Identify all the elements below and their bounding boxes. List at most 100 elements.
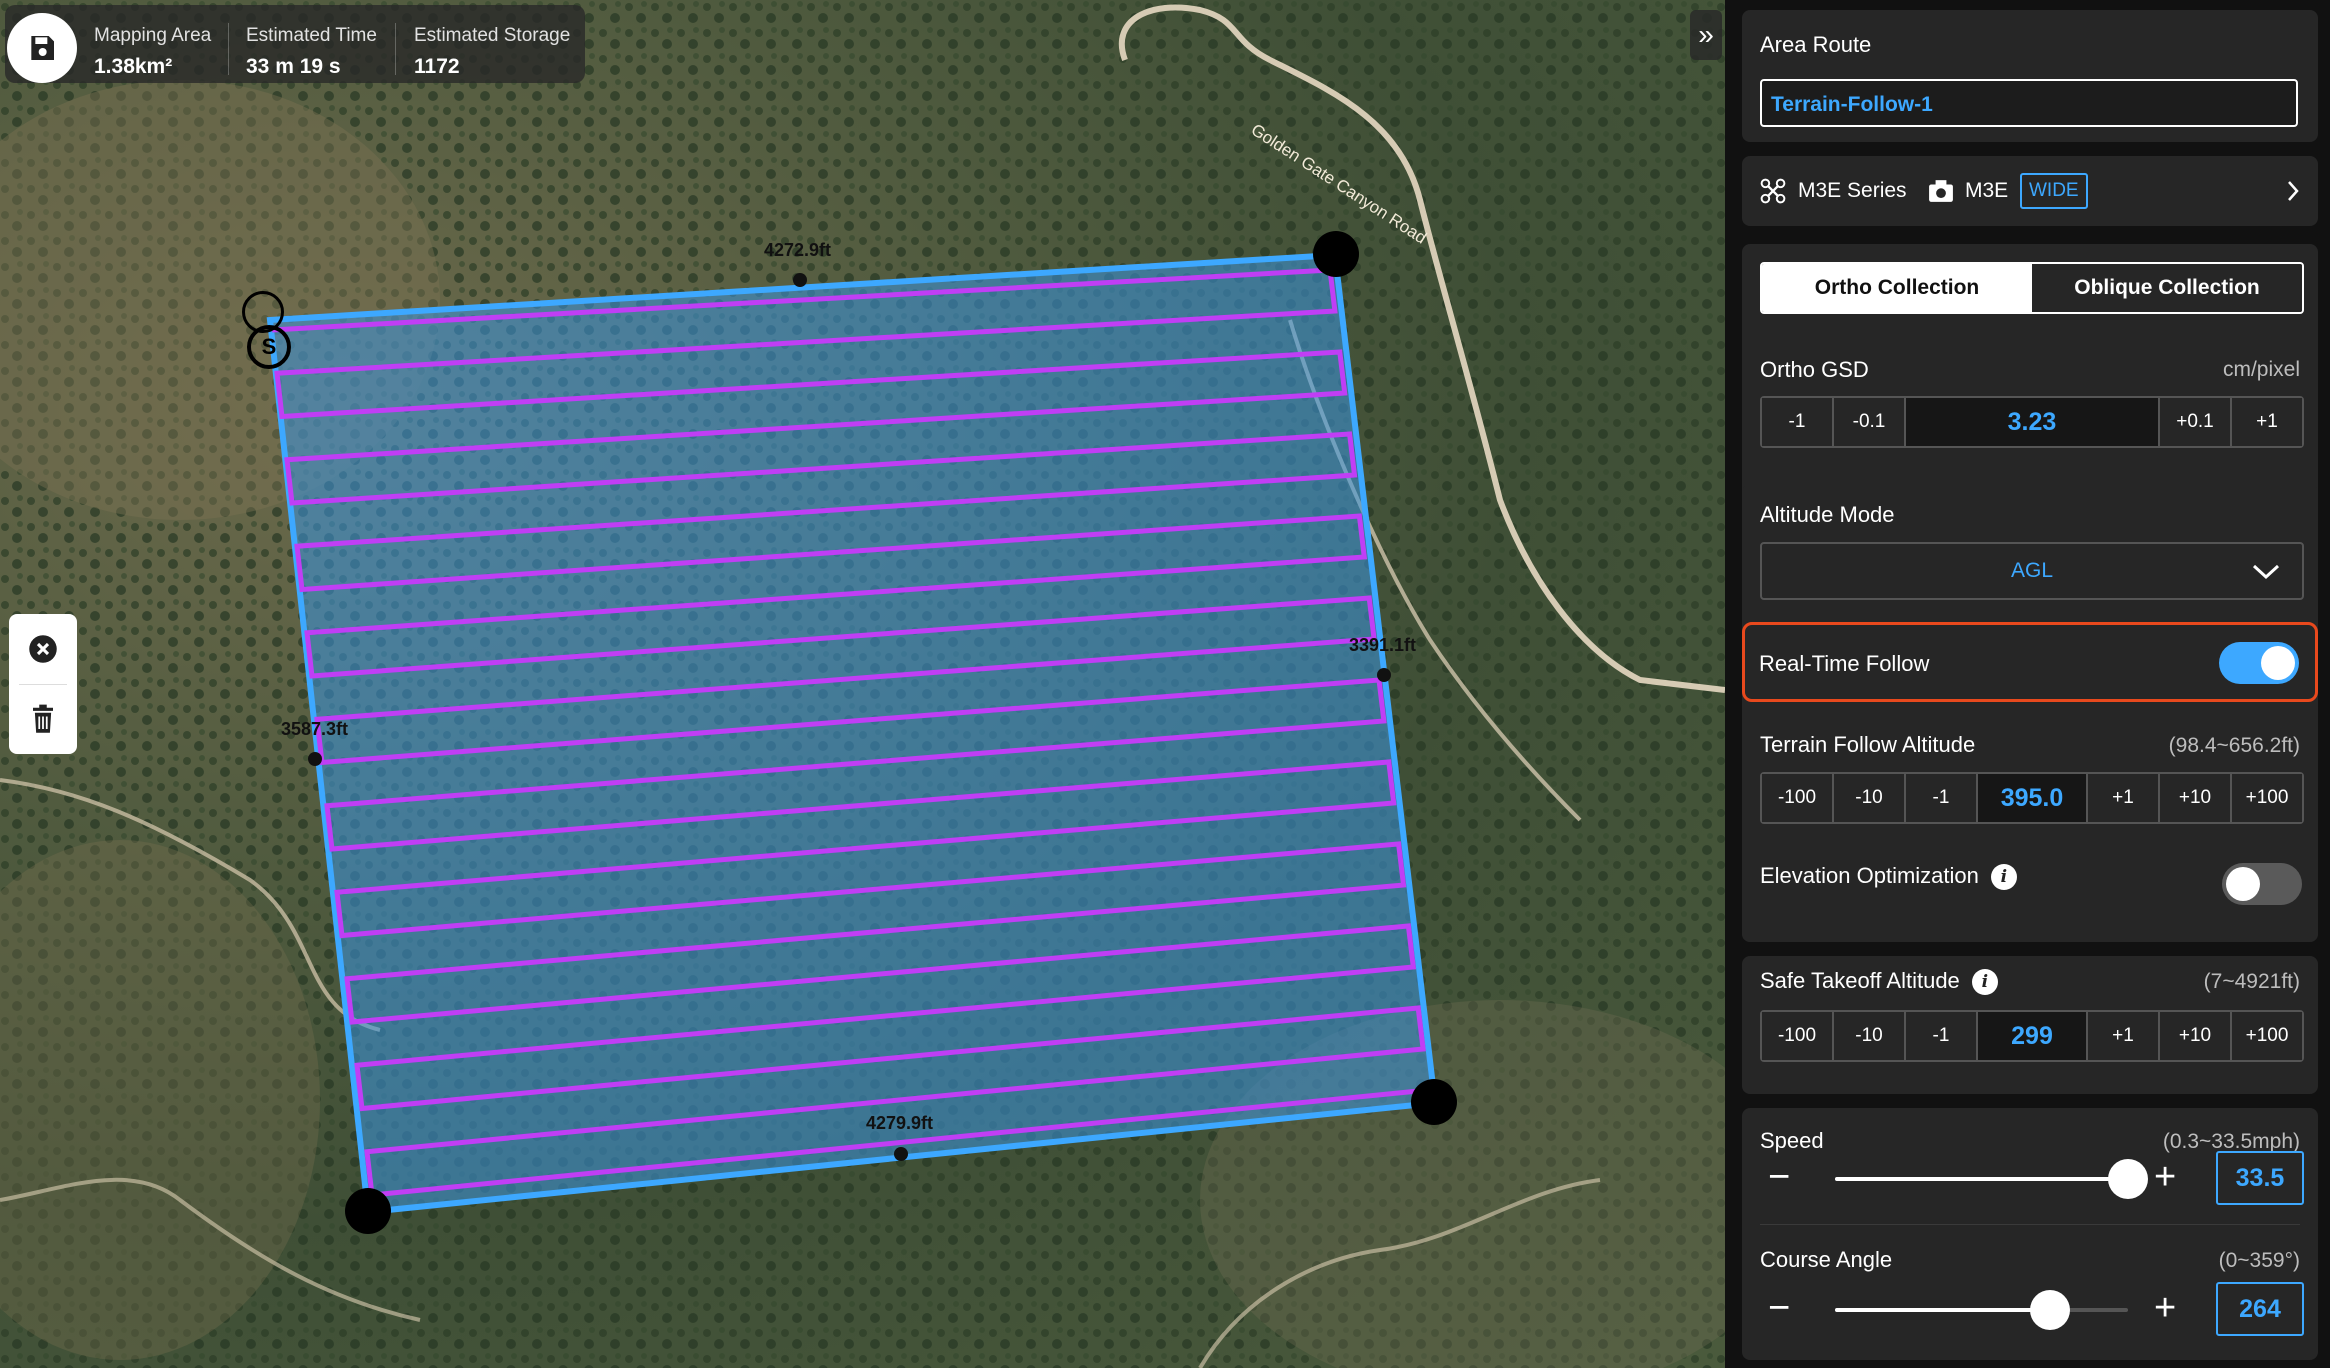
real-time-follow-toggle[interactable] — [2219, 642, 2299, 684]
map-view[interactable]: S 4272.9ft 3391.1ft 3587.3ft 4279.9ft Go… — [0, 0, 1725, 1368]
map-tools — [9, 614, 77, 754]
info-icon[interactable]: i — [1990, 864, 2017, 891]
chevron-right-icon — [2288, 181, 2299, 201]
course-angle-minus-button[interactable]: − — [1768, 1288, 1790, 1328]
elevation-optimization-label: Elevation Optimization — [1760, 863, 1979, 888]
safe-takeoff-card: Safe Takeoff Altitude i (7~4921ft) -100 -… — [1742, 956, 2318, 1094]
decrement-button[interactable]: -100 — [1762, 1012, 1834, 1060]
speed-plus-button[interactable]: + — [2154, 1157, 2176, 1197]
decrement-button[interactable]: -1 — [1906, 774, 1978, 822]
course-angle-slider-row: − + 264 — [1760, 1282, 2304, 1338]
course-angle-range: (0~359°) — [2218, 1249, 2300, 1272]
delete-button[interactable] — [9, 684, 77, 754]
terrain-follow-altitude-range: (98.4~656.2ft) — [2168, 734, 2300, 757]
close-circle-icon — [29, 635, 57, 663]
vertex-handle[interactable] — [1411, 1079, 1457, 1125]
elevation-label: 4272.9ft — [764, 240, 832, 260]
slider-fill — [1835, 1177, 2128, 1181]
ortho-gsd-stepper: -1 -0.1 3.23 +0.1 +1 — [1760, 396, 2304, 448]
chevron-down-icon — [2252, 564, 2280, 580]
altitude-mode-value: AGL — [2010, 559, 2054, 582]
stat-estimated-storage: Estimated Storage 1172 — [414, 25, 570, 79]
stat-divider — [395, 23, 396, 75]
safe-takeoff-altitude-value[interactable]: 299 — [1978, 1012, 2088, 1060]
midpoint-marker[interactable] — [793, 273, 807, 287]
elevation-optimization-row: Elevation Optimization i — [1760, 863, 2017, 891]
terrain-follow-altitude-value[interactable]: 395.0 — [1978, 774, 2088, 822]
info-icon[interactable]: i — [1971, 969, 1998, 996]
stat-estimated-time: Estimated Time 33 m 19 s — [246, 25, 377, 79]
increment-button[interactable]: +100 — [2232, 774, 2302, 822]
elevation-optimization-toggle[interactable] — [2222, 863, 2302, 905]
stat-mapping-area: Mapping Area 1.38km² — [94, 25, 211, 79]
mission-stats-bar: Mapping Area 1.38km² Estimated Time 33 m… — [5, 5, 585, 83]
stat-value: 1172 — [414, 55, 460, 78]
speed-value-input[interactable]: 33.5 — [2216, 1151, 2304, 1205]
trash-icon — [33, 704, 53, 733]
camera-icon — [1929, 180, 1953, 202]
double-chevron-right-icon: » — [1698, 19, 1714, 50]
slider-knob[interactable] — [2030, 1290, 2071, 1330]
increment-button[interactable]: +1 — [2088, 1012, 2160, 1060]
start-point-label: S — [261, 334, 277, 359]
terrain-follow-altitude-label: Terrain Follow Altitude — [1760, 732, 1976, 757]
lens-badge: WIDE — [2020, 173, 2088, 209]
drone-icon — [1760, 178, 1786, 204]
ortho-gsd-unit: cm/pixel — [2222, 358, 2300, 381]
terrain-follow-altitude-stepper: -100 -10 -1 395.0 +1 +10 +100 — [1760, 772, 2304, 824]
divider — [1760, 1224, 2300, 1225]
decrement-button[interactable]: -1 — [1762, 398, 1834, 446]
flight-params-card: Speed (0.3~33.5mph) − + 33.5 Course Angl… — [1742, 1108, 2318, 1360]
increment-button[interactable]: +0.1 — [2160, 398, 2232, 446]
ortho-gsd-value[interactable]: 3.23 — [1906, 398, 2160, 446]
elevation-label: 3391.1ft — [1349, 635, 1417, 655]
safe-takeoff-altitude-row: Safe Takeoff Altitude i — [1760, 968, 1998, 996]
increment-button[interactable]: +10 — [2160, 774, 2232, 822]
tab-oblique-collection[interactable]: Oblique Collection — [2032, 264, 2302, 312]
midpoint-marker[interactable] — [1377, 668, 1391, 682]
increment-button[interactable]: +10 — [2160, 1012, 2232, 1060]
decrement-button[interactable]: -10 — [1834, 1012, 1906, 1060]
speed-minus-button[interactable]: − — [1768, 1157, 1790, 1197]
course-angle-value-input[interactable]: 264 — [2216, 1282, 2304, 1336]
slider-knob[interactable] — [2108, 1159, 2148, 1199]
toggle-knob — [2261, 646, 2295, 680]
course-angle-label: Course Angle — [1760, 1247, 1893, 1272]
course-angle-plus-button[interactable]: + — [2154, 1288, 2176, 1328]
increment-button[interactable]: +1 — [2088, 774, 2160, 822]
safe-takeoff-altitude-range: (7~4921ft) — [2203, 970, 2300, 993]
save-button[interactable] — [7, 13, 77, 83]
vertex-handle[interactable] — [345, 1188, 391, 1234]
decrement-button[interactable]: -1 — [1906, 1012, 1978, 1060]
terrain-follow-section: Terrain Follow Altitude (98.4~656.2ft) -… — [1742, 716, 2318, 942]
midpoint-marker[interactable] — [894, 1147, 908, 1161]
route-name-input[interactable]: Terrain-Follow-1 — [1760, 79, 2298, 127]
altitude-mode-label: Altitude Mode — [1760, 502, 1895, 527]
increment-button[interactable]: +100 — [2232, 1012, 2302, 1060]
tab-ortho-collection[interactable]: Ortho Collection — [1762, 264, 2032, 312]
start-point-marker[interactable]: S — [247, 325, 291, 369]
safe-takeoff-altitude-label: Safe Takeoff Altitude — [1760, 968, 1960, 993]
stat-value: 33 m 19 s — [246, 55, 341, 78]
vertex-handle[interactable] — [1313, 231, 1359, 277]
safe-takeoff-altitude-stepper: -100 -10 -1 299 +1 +10 +100 — [1760, 1010, 2304, 1062]
area-route-title: Area Route — [1760, 32, 1872, 57]
decrement-button[interactable]: -100 — [1762, 774, 1834, 822]
clear-button[interactable] — [9, 614, 77, 684]
stat-label: Mapping Area — [94, 25, 212, 46]
course-angle-slider[interactable] — [1835, 1290, 2128, 1330]
speed-slider[interactable] — [1835, 1159, 2148, 1199]
settings-panel: Area Route Terrain-Follow-1 M3E Series M… — [1725, 0, 2330, 1368]
collapse-panel-button[interactable]: » — [1690, 10, 1722, 60]
increment-button[interactable]: +1 — [2232, 398, 2302, 446]
collection-mode-toggle: Ortho Collection Oblique Collection — [1760, 262, 2304, 314]
device-card[interactable]: M3E Series M3E WIDE — [1742, 156, 2318, 226]
slider-fill — [1835, 1308, 2051, 1312]
ortho-gsd-label: Ortho GSD — [1760, 357, 1869, 382]
decrement-button[interactable]: -0.1 — [1834, 398, 1906, 446]
altitude-mode-select[interactable]: AGL — [1760, 542, 2304, 600]
decrement-button[interactable]: -10 — [1834, 774, 1906, 822]
midpoint-marker[interactable] — [308, 752, 322, 766]
elevation-label: 4279.9ft — [866, 1113, 934, 1133]
toggle-knob — [2226, 867, 2260, 901]
